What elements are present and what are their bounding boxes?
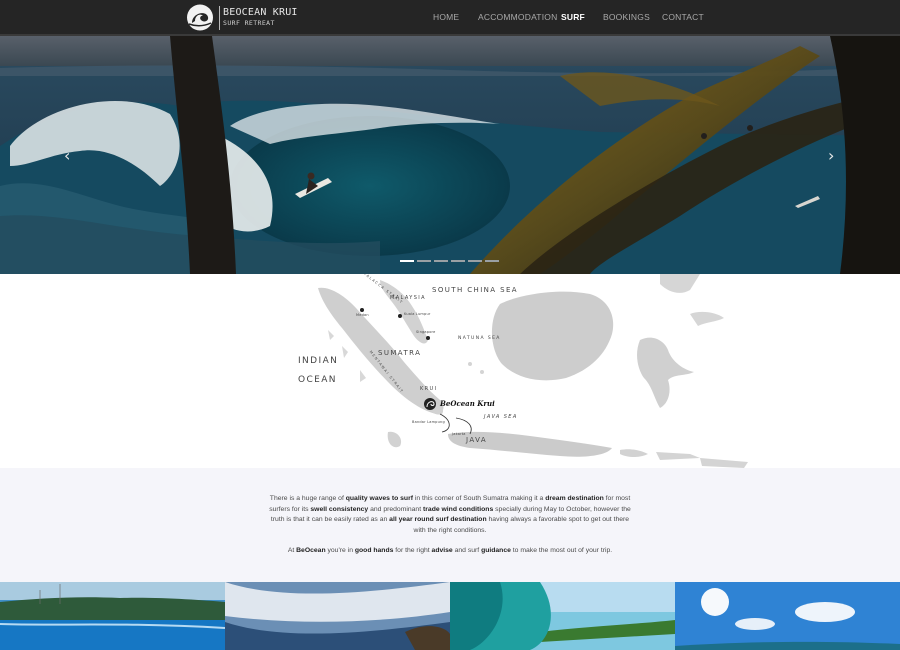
nav-surf[interactable]: SURF bbox=[561, 12, 585, 22]
body-text: There is a huge range of bbox=[269, 495, 346, 502]
body-text: in this corner of South Sumatra making i… bbox=[412, 495, 546, 502]
beocean-paragraph: At BeOcean you're in good hands for the … bbox=[266, 546, 634, 557]
body-text: to make the most out of your trip. bbox=[510, 547, 613, 554]
map-label-krui: KRUI bbox=[420, 386, 438, 392]
highlight-text: dream destination bbox=[545, 495, 604, 502]
map-label-south-china-sea: SOUTH CHINA SEA bbox=[432, 286, 518, 294]
map-label-java-sea: JAVA SEA bbox=[484, 414, 518, 420]
hero-slider[interactable]: ‹ › bbox=[0, 36, 900, 274]
map-label-jakarta: Jakarta bbox=[452, 432, 466, 436]
map-label-singapore: Singapore bbox=[416, 330, 436, 334]
hero-surf-photo bbox=[0, 36, 900, 274]
body-text: and predominant bbox=[368, 505, 423, 513]
map-label-java: JAVA bbox=[466, 436, 488, 444]
intro-paragraph: There is a huge range of quality waves t… bbox=[266, 494, 634, 536]
highlight-text: trade wind conditions bbox=[423, 505, 494, 513]
nav-contact[interactable]: CONTACT bbox=[662, 12, 704, 22]
brand-tagline: SURF RETREAT bbox=[223, 19, 275, 28]
gallery-photo-blue-sky[interactable] bbox=[675, 582, 900, 650]
map-label-kuala-lumpur: Kuala Lumpur bbox=[404, 312, 431, 316]
chevron-right-icon[interactable]: › bbox=[828, 146, 834, 165]
slider-dot[interactable] bbox=[400, 260, 414, 262]
slider-dot[interactable] bbox=[468, 260, 482, 262]
slider-dot[interactable] bbox=[451, 260, 465, 262]
body-text: and surf bbox=[452, 547, 482, 554]
slider-dot[interactable] bbox=[417, 260, 431, 262]
surf-intro-section: There is a huge range of quality waves t… bbox=[0, 468, 900, 582]
slider-pagination bbox=[400, 260, 499, 262]
indonesia-map-graphic bbox=[318, 274, 748, 468]
map-label-natuna-sea: NATUNA SEA bbox=[458, 336, 501, 341]
nav-bookings[interactable]: BOOKINGS bbox=[603, 12, 650, 22]
body-text: At bbox=[287, 547, 297, 554]
map-label-medan: Medan bbox=[356, 313, 369, 317]
gallery-photo-barrel-sunset[interactable] bbox=[225, 582, 450, 650]
highlight-text: quality waves to surf bbox=[345, 495, 413, 502]
brand-logo[interactable]: BEOCEAN KRUI SURF RETREAT bbox=[184, 4, 298, 31]
highlight-text: swell consistency bbox=[310, 505, 369, 513]
map-label-bandar-lampung: Bandar Lampung bbox=[412, 420, 445, 424]
logo-divider bbox=[219, 5, 220, 30]
highlight-text: guidance bbox=[481, 547, 511, 554]
brand-name: BEOCEAN KRUI bbox=[223, 7, 298, 19]
chevron-left-icon[interactable]: ‹ bbox=[64, 146, 70, 165]
slider-dot[interactable] bbox=[485, 260, 499, 262]
slider-dot[interactable] bbox=[434, 260, 448, 262]
nav-accommodation[interactable]: ACCOMMODATION bbox=[478, 12, 557, 22]
map-label-beocean-krui: BeOcean Krui bbox=[440, 399, 495, 408]
map-label-ocean: OCEAN bbox=[298, 375, 337, 385]
map-label-indian: INDIAN bbox=[298, 356, 339, 366]
highlight-text: good hands bbox=[354, 547, 394, 554]
highlight-text: BeOcean bbox=[296, 547, 326, 554]
body-text: you're in bbox=[325, 547, 355, 554]
surf-gallery bbox=[0, 582, 900, 650]
highlight-text: advise bbox=[431, 547, 453, 554]
gallery-photo-coastline[interactable] bbox=[0, 582, 225, 650]
wave-logo-icon bbox=[187, 4, 213, 31]
region-map: SOUTH CHINA SEA MALAYSIA MALACCA STRAIT … bbox=[0, 274, 900, 468]
gallery-photo-turquoise-wave[interactable] bbox=[450, 582, 675, 650]
nav-home[interactable]: HOME bbox=[433, 12, 459, 22]
body-text: for the right bbox=[393, 547, 432, 554]
map-label-sumatra: SUMATRA bbox=[378, 349, 422, 357]
top-navbar: BEOCEAN KRUI SURF RETREAT HOME ACCOMMODA… bbox=[0, 0, 900, 36]
highlight-text: all year round surf destination bbox=[389, 516, 487, 524]
